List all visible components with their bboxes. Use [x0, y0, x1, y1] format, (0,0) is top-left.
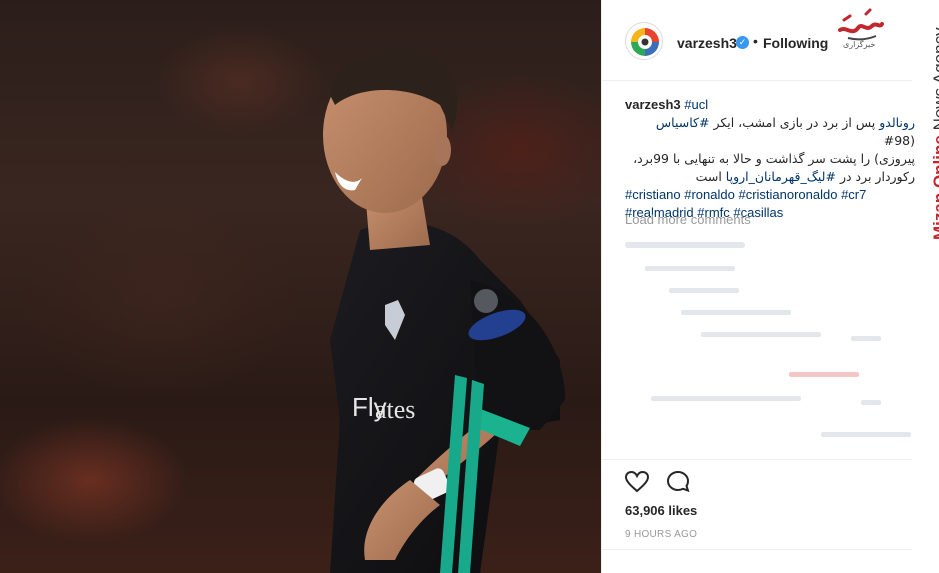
post-timestamp[interactable]: 9 HOURS AGO — [625, 529, 697, 540]
watermark-text: Mizan Online News Agency — [930, 27, 939, 240]
player-illustration: Fly ates — [323, 48, 565, 573]
caption-hashtags-line-1[interactable]: #cristiano #ronaldo #cristianoronaldo #c… — [625, 186, 915, 204]
post-photo[interactable]: Fly ates — [0, 0, 601, 573]
caption-hashtag-casillas-fa[interactable]: #کاسیاس — [656, 115, 710, 130]
likes-count[interactable]: 63,906 likes — [625, 503, 697, 518]
heart-icon — [624, 470, 650, 493]
caption-hashtag-ucl[interactable]: #ucl — [684, 97, 708, 112]
varzesh3-logo-icon — [627, 24, 662, 59]
header-separator: • — [753, 33, 758, 49]
caption-username[interactable]: varzesh3 — [625, 97, 681, 112]
caption-persian-tail-3: است — [695, 169, 726, 184]
comment-bubble-icon — [666, 470, 690, 493]
caption-persian-line-2: پیروزی) را پشت سر گذاشت و حالا به تنهایی… — [633, 151, 915, 166]
verified-badge-icon: ✓ — [736, 36, 749, 49]
avatar[interactable] — [625, 22, 663, 60]
comment-button[interactable] — [665, 469, 691, 495]
mizan-logo-caption: خبرگزاری — [843, 40, 876, 49]
like-button[interactable] — [624, 469, 650, 495]
comment-box-divider — [601, 549, 912, 550]
blurred-comments-graphic — [625, 242, 911, 437]
caption-persian-line-3: رکوردار برد در #لیگ_قهرمانان_اروپا است — [625, 168, 915, 186]
watermark-rest: News Agency — [930, 27, 939, 131]
post-caption: varzesh3 #ucl رونالدو پس از برد در بازی … — [625, 96, 915, 222]
watermark-brand: Mizan Online — [930, 135, 939, 240]
caption-persian-line-1: رونالدو پس از برد در بازی امشب، ایکر #کا… — [625, 114, 915, 150]
following-button[interactable]: Following — [763, 35, 828, 51]
load-more-comments-link[interactable]: Load more comments — [625, 212, 751, 227]
actions-divider — [601, 459, 912, 460]
panel-divider — [601, 0, 602, 573]
watermark: Mizan Online News Agency — [884, 0, 939, 245]
caption-first-line: varzesh3 #ucl — [625, 96, 915, 114]
caption-persian-text-1: پس از برد در بازی امشب، ایکر — [709, 115, 880, 130]
svg-text:ates: ates — [375, 395, 415, 424]
caption-hashtag-ucl-fa[interactable]: #لیگ_قهرمانان_اروپا — [726, 169, 836, 184]
post-username[interactable]: varzesh3 — [677, 35, 737, 51]
